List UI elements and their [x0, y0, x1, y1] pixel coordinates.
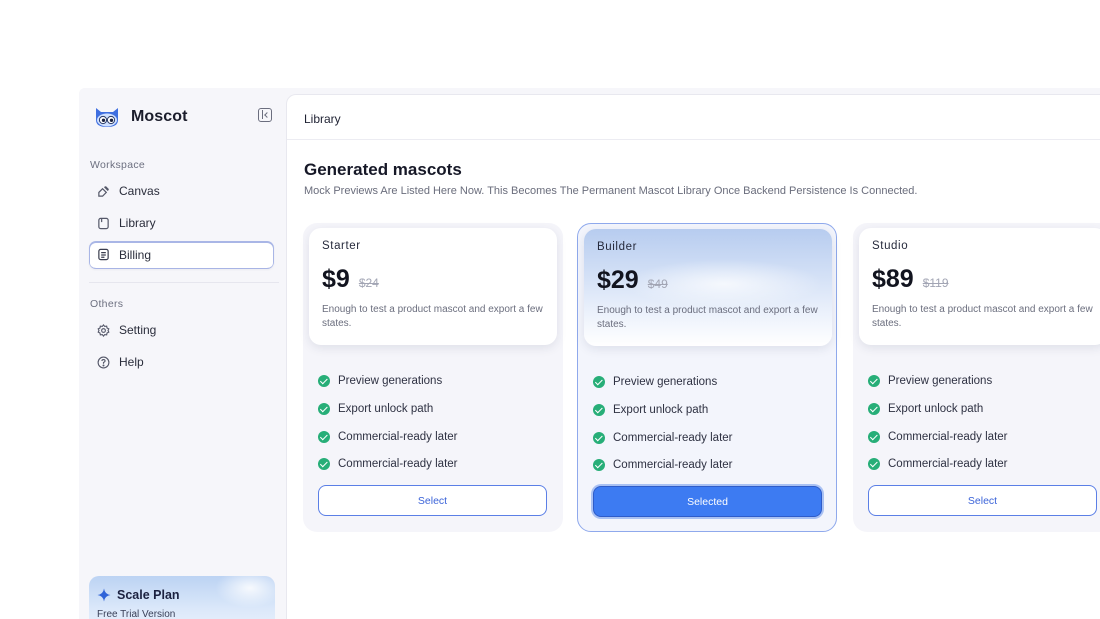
plan-price: $9 $24 — [322, 265, 379, 294]
sidebar-item-label: Canvas — [119, 184, 160, 198]
check-circle-icon — [593, 376, 605, 388]
feature-label: Commercial-ready later — [888, 431, 1008, 443]
feature-label: Export unlock path — [338, 403, 434, 415]
price-current: $29 — [597, 266, 639, 294]
check-circle-icon — [593, 404, 605, 416]
plan-card-starter[interactable]: Starter $9 $24 Enough to test a product … — [303, 223, 563, 532]
sidebar-item-label: Setting — [119, 323, 157, 337]
brand-name: Moscot — [131, 108, 188, 125]
app-window: Moscot Workspace Canvas Library Billing … — [79, 88, 1100, 619]
price-original: $24 — [358, 276, 379, 290]
plan-card-title-row: Scale Plan — [97, 588, 180, 602]
selected-plan-button[interactable]: Selected — [593, 486, 822, 517]
sidebar-item-label: Library — [119, 216, 156, 230]
feature-label: Export unlock path — [888, 403, 984, 415]
check-circle-icon — [868, 431, 880, 443]
feature-item: Commercial-ready later — [593, 452, 733, 477]
feature-list: Preview generations Export unlock path C… — [593, 368, 733, 477]
topbar-title: Library — [304, 112, 341, 126]
mascot-logo-icon — [96, 108, 118, 127]
canvas-icon — [98, 185, 110, 197]
check-circle-icon — [868, 403, 880, 415]
feature-item: Commercial-ready later — [593, 424, 733, 452]
feature-item: Export unlock path — [593, 396, 733, 424]
plan-description: Enough to test a product mascot and expo… — [322, 304, 543, 329]
plan-card-studio[interactable]: Studio $89 $119 Enough to test a product… — [853, 223, 1100, 532]
sidebar: Moscot Workspace Canvas Library Billing … — [79, 88, 285, 619]
check-circle-icon — [318, 375, 330, 387]
feature-item: Preview generations — [868, 367, 1008, 395]
plan-price: $29 $49 — [597, 266, 668, 295]
plan-card-title: Scale Plan — [117, 588, 180, 602]
feature-item: Commercial-ready later — [318, 423, 458, 451]
sidebar-item-label: Billing — [119, 247, 152, 262]
check-circle-icon — [593, 458, 605, 471]
check-circle-icon — [868, 375, 880, 387]
price-original: $119 — [922, 276, 949, 290]
feature-item: Commercial-ready later — [868, 451, 1008, 476]
sidebar-item-library[interactable]: Library — [89, 209, 274, 237]
feature-label: Commercial-ready later — [338, 457, 458, 470]
plan-name: Studio — [872, 240, 909, 252]
sidebar-item-canvas[interactable]: Canvas — [89, 177, 274, 205]
feature-item: Commercial-ready later — [868, 423, 1008, 451]
brand[interactable]: Moscot — [93, 104, 188, 130]
sidebar-collapse-icon[interactable] — [258, 108, 272, 122]
plan-header: Starter $9 $24 Enough to test a product … — [309, 228, 557, 345]
feature-label: Commercial-ready later — [613, 432, 733, 444]
plan-name: Builder — [597, 241, 637, 253]
plan-header: Builder $29 $49 Enough to test a product… — [584, 229, 832, 346]
feature-list: Preview generations Export unlock path C… — [868, 367, 1008, 476]
sidebar-item-help[interactable]: Help — [89, 348, 274, 376]
price-original: $49 — [647, 277, 668, 291]
check-circle-icon — [318, 457, 330, 470]
feature-label: Preview generations — [888, 375, 993, 387]
plan-card-builder[interactable]: Builder $29 $49 Enough to test a product… — [577, 223, 837, 532]
plan-header: Studio $89 $119 Enough to test a product… — [859, 228, 1100, 345]
check-circle-icon — [593, 432, 605, 444]
check-circle-icon — [868, 457, 880, 470]
feature-item: Export unlock path — [868, 395, 1008, 423]
select-plan-button[interactable]: Select — [868, 485, 1097, 516]
plan-card-subtitle: Free Trial Version — [97, 609, 176, 619]
feature-item: Preview generations — [318, 367, 458, 395]
page-subtitle: Mock Previews Are Listed Here Now. This … — [304, 185, 918, 197]
check-circle-icon — [318, 403, 330, 415]
section-label-workspace: Workspace — [90, 159, 146, 171]
sidebar-item-setting[interactable]: Setting — [89, 316, 274, 344]
library-icon — [98, 217, 109, 229]
sidebar-divider — [89, 282, 279, 283]
feature-label: Commercial-ready later — [338, 431, 458, 443]
feature-label: Commercial-ready later — [613, 458, 733, 471]
page-title: Generated mascots — [304, 160, 462, 179]
plan-price: $89 $119 — [872, 265, 949, 294]
price-current: $89 — [872, 265, 914, 293]
section-label-others: Others — [90, 298, 124, 310]
feature-item: Preview generations — [593, 368, 733, 396]
help-icon — [97, 356, 110, 368]
plan-description: Enough to test a product mascot and expo… — [872, 304, 1093, 329]
feature-label: Commercial-ready later — [888, 457, 1008, 470]
scale-plan-card[interactable]: Scale Plan Free Trial Version — [89, 576, 275, 619]
plan-name: Starter — [322, 240, 361, 252]
check-circle-icon — [318, 431, 330, 443]
feature-list: Preview generations Export unlock path C… — [318, 367, 458, 476]
feature-item: Export unlock path — [318, 395, 458, 423]
price-current: $9 — [322, 265, 350, 293]
feature-label: Preview generations — [613, 376, 718, 388]
main-panel: Library Generated mascots Mock Previews … — [286, 94, 1100, 619]
billing-icon — [98, 248, 109, 261]
plan-description: Enough to test a product mascot and expo… — [597, 305, 818, 330]
select-plan-button[interactable]: Select — [318, 485, 547, 516]
sparkle-icon — [97, 588, 111, 602]
topbar: Library — [287, 95, 1100, 140]
sidebar-item-label: Help — [119, 355, 144, 369]
feature-item: Commercial-ready later — [318, 451, 458, 476]
gear-icon — [97, 323, 110, 337]
sidebar-item-billing[interactable]: Billing — [89, 241, 274, 269]
feature-label: Export unlock path — [613, 404, 709, 416]
feature-label: Preview generations — [338, 375, 443, 387]
